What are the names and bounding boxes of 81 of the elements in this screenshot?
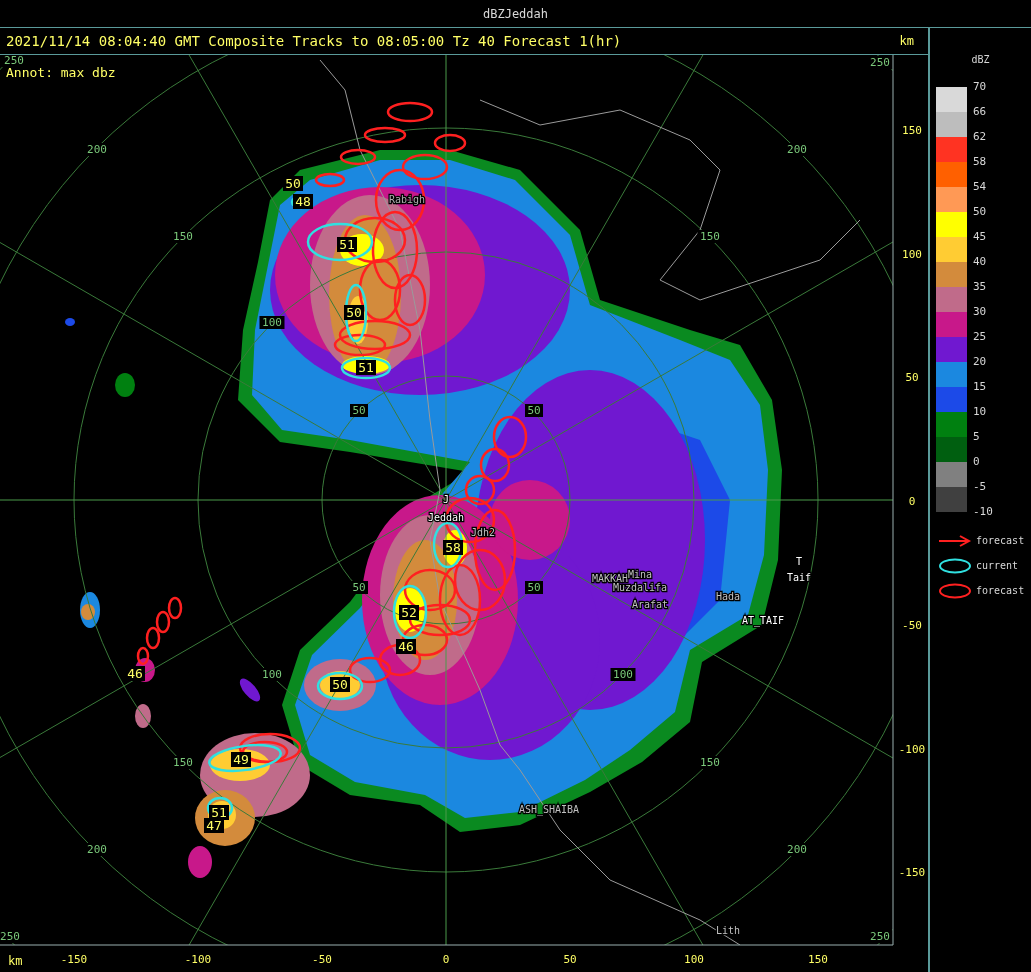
- range-ring-label: 250: [867, 56, 893, 69]
- scale-value: 66: [973, 105, 988, 120]
- storm-cell-value: 52: [399, 605, 419, 620]
- x-axis-label: -150: [60, 953, 88, 966]
- range-ring-label: 50: [525, 404, 543, 417]
- range-ring-label: 50: [350, 404, 368, 417]
- ellipse-icon: [938, 557, 972, 574]
- storm-cell-value: 50: [283, 176, 303, 191]
- scale-value: 25: [973, 330, 988, 345]
- scale-value: 10: [973, 405, 988, 420]
- scale-value: 62: [973, 130, 988, 145]
- ellipse-icon: [938, 582, 972, 599]
- storm-cell-value: 50: [330, 677, 350, 692]
- range-ring-label: 250: [867, 930, 893, 943]
- x-axis-label: 50: [563, 953, 577, 966]
- y-axis-label: -100: [898, 742, 926, 756]
- place-label: Arafat: [631, 599, 669, 610]
- place-label: Taif: [786, 572, 812, 583]
- place-label: MAKKAH: [591, 573, 629, 584]
- scale-value: 70: [973, 80, 988, 95]
- scale-value: 40: [973, 255, 988, 270]
- scale-value: 5: [973, 430, 981, 445]
- y-axis-label: 50: [905, 371, 919, 385]
- storm-cell-value: 51: [356, 360, 376, 375]
- arrow-icon: [938, 534, 972, 547]
- x-axis-label: 150: [808, 953, 828, 966]
- y-axis-unit: km: [899, 33, 914, 50]
- window-title: dBZJeddah: [483, 5, 548, 23]
- range-ring-label: 100: [259, 316, 285, 329]
- scale-value: 50: [973, 205, 988, 220]
- radar-echo-drawing: [135, 704, 151, 728]
- radar-echo-drawing: [80, 592, 100, 628]
- x-axis-unit: km: [8, 954, 23, 968]
- place-label: T: [796, 556, 802, 567]
- radar-echo-drawing: [115, 373, 135, 397]
- legend-title: dBZ: [971, 53, 990, 67]
- storm-cell-value: 47: [204, 818, 224, 833]
- scale-value: 30: [973, 305, 988, 320]
- x-axis-label: 0: [442, 953, 450, 966]
- storm-cell-value: 51: [337, 237, 357, 252]
- y-axis-label: -150: [898, 866, 926, 880]
- storm-cell-value: 48: [293, 194, 313, 209]
- place-label: Jeddah: [427, 512, 465, 523]
- place-label: Mina: [627, 569, 653, 580]
- range-ring-label: 50: [525, 581, 543, 594]
- storm-cell-value: 58: [443, 540, 463, 555]
- y-axis-label: 100: [902, 247, 922, 261]
- scale-value: 0: [973, 455, 981, 470]
- y-axis-label: 150: [902, 124, 922, 137]
- range-ring-label: 100: [610, 668, 636, 681]
- storm-cell-value: 50: [344, 305, 364, 320]
- storm-cell-value: 46: [125, 666, 145, 681]
- scale-value: -5: [973, 480, 988, 495]
- place-label: J: [443, 494, 449, 505]
- scale-value: 54: [973, 180, 988, 195]
- radar-echo-drawing: [188, 846, 212, 878]
- range-ring-label: 50: [350, 581, 368, 594]
- x-axis-label: -50: [312, 953, 332, 966]
- scale-value: 58: [973, 155, 988, 170]
- annotation-label: Annot: max dbz: [6, 66, 116, 80]
- radar-echo-drawing: [65, 318, 75, 326]
- x-axis-label: 100: [684, 953, 704, 966]
- scale-value: -10: [973, 505, 993, 520]
- legend-label: forecast: [976, 584, 1025, 598]
- scale-value: 35: [973, 280, 988, 295]
- legend-label: forecast: [976, 534, 1025, 548]
- storm-cell-value: 46: [396, 639, 416, 654]
- scale-value: 45: [973, 230, 988, 245]
- storm-cell-value: 49: [231, 752, 251, 767]
- legend-label: current: [976, 559, 1019, 573]
- place-label: AT_TAIF: [741, 615, 785, 626]
- plot-caption: 2021/11/14 08:04:40 GMT Composite Tracks to 08:05:00 Tz 40 Forecast 1(hr): [6, 31, 622, 51]
- scale-value: 20: [973, 355, 988, 370]
- place-label: ASH_SHAIBA: [518, 804, 580, 815]
- place-label: Lith: [715, 925, 741, 936]
- y-axis-label: 0: [908, 495, 916, 509]
- radar-echo-drawing: [239, 678, 261, 702]
- x-axis-label: -100: [184, 953, 212, 966]
- place-label: Hada: [715, 591, 741, 602]
- y-axis-label: -50: [902, 618, 922, 632]
- scale-value: 15: [973, 380, 988, 395]
